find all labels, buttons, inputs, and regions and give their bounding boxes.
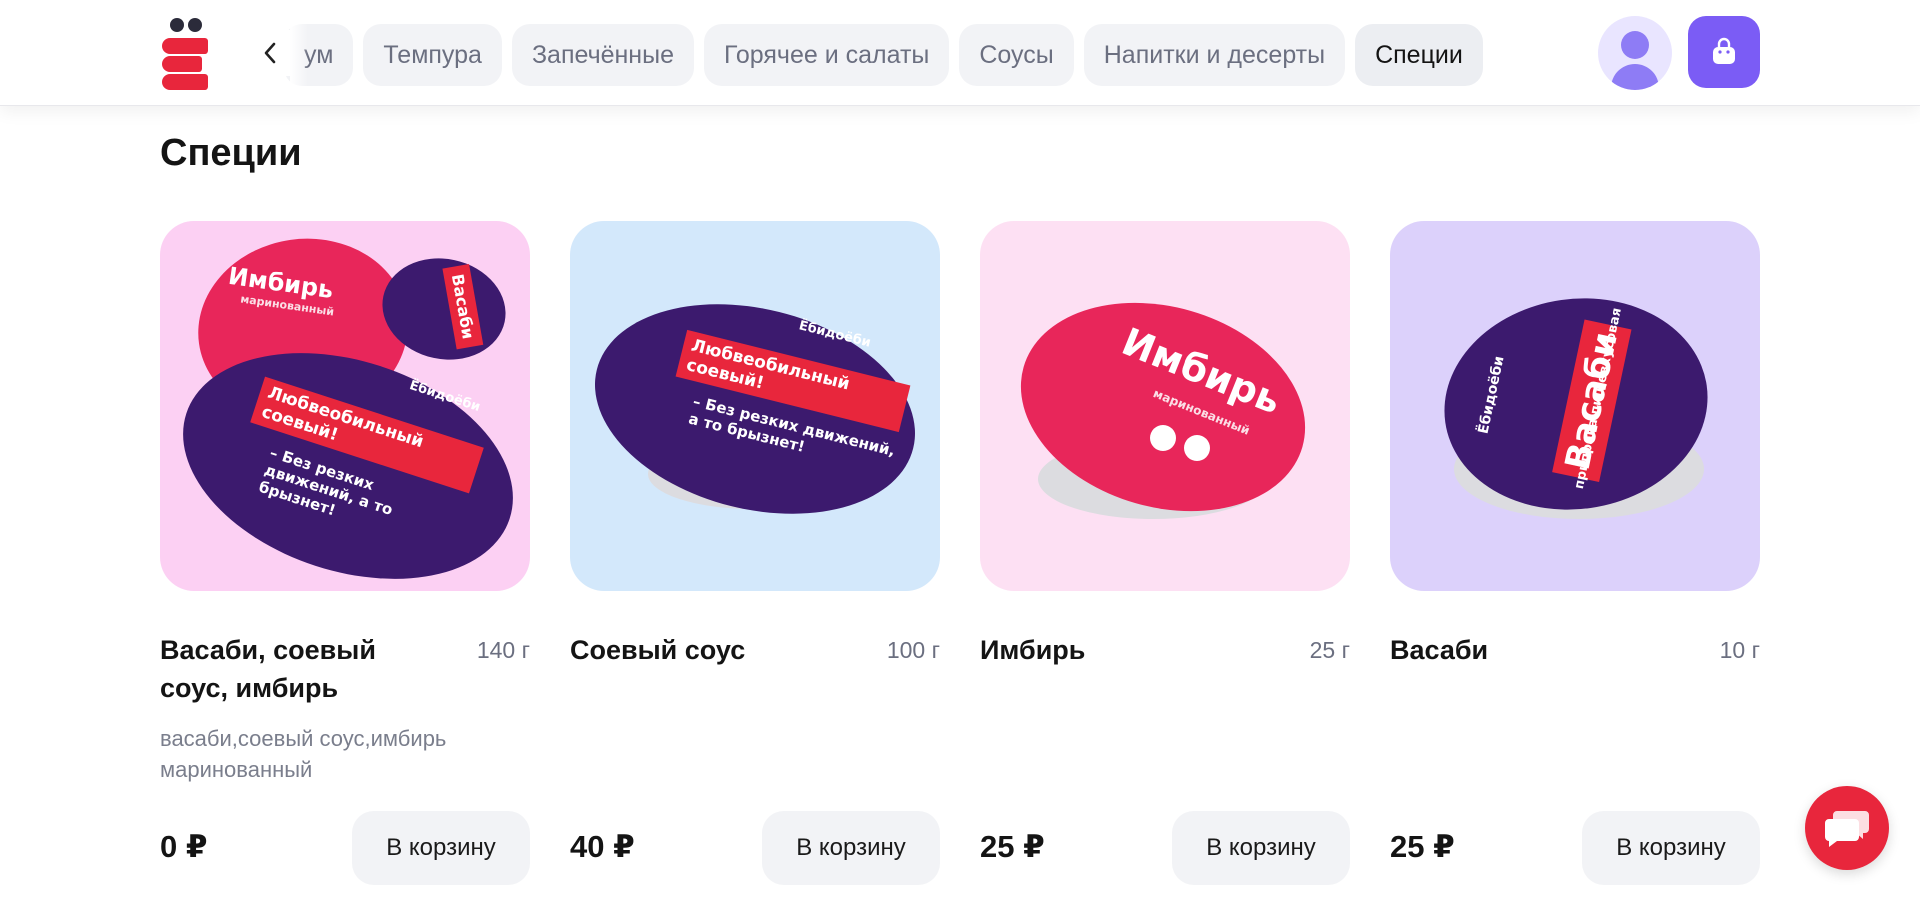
product-price: 25 ₽	[980, 829, 1045, 864]
user-icon[interactable]	[1598, 16, 1672, 90]
tab-tempura[interactable]: Темпура	[363, 24, 502, 86]
product-weight: 25 г	[1309, 637, 1350, 663]
product-price: 25 ₽	[1390, 829, 1455, 864]
tab-drinks-desserts[interactable]: Напитки и десерты	[1083, 24, 1346, 86]
product-price: 0 ₽	[160, 829, 208, 864]
product-price: 40 ₽	[570, 829, 635, 864]
product-weight: 140 г	[476, 637, 530, 663]
shopping-bag-icon[interactable]	[1688, 16, 1760, 88]
product-name[interactable]: Соевый соус	[570, 631, 860, 669]
product-weight: 10 г	[1719, 637, 1760, 663]
product-card: Имбирь маринованный Имбирь 25 г 25 ₽ В к…	[980, 221, 1350, 885]
add-to-cart-button[interactable]: В корзину	[1582, 811, 1760, 885]
category-nav: ум Темпура Запечённые Горячее и салаты С…	[250, 24, 1518, 86]
add-to-cart-button[interactable]: В корзину	[352, 811, 530, 885]
tab-spices[interactable]: Специи	[1355, 24, 1483, 86]
chevron-left-icon[interactable]	[250, 30, 290, 76]
tab-hot-salads[interactable]: Горячее и салаты	[703, 24, 950, 86]
add-to-cart-button[interactable]: В корзину	[762, 811, 940, 885]
product-image[interactable]: Имбирь маринованный	[980, 221, 1350, 591]
product-image[interactable]: Любвеобильный соевый! – Без резких движе…	[570, 221, 940, 591]
add-to-cart-button[interactable]: В корзину	[1172, 811, 1350, 885]
chat-icon[interactable]	[1805, 786, 1889, 870]
product-name[interactable]: Имбирь	[980, 631, 1270, 669]
product-weight: 100 г	[886, 637, 940, 663]
product-image[interactable]: Имбирь маринованный Васаби Любвеобильный…	[160, 221, 530, 591]
product-card: Имбирь маринованный Васаби Любвеобильный…	[160, 221, 530, 885]
site-header: ум Темпура Запечённые Горячее и салаты С…	[0, 0, 1920, 106]
product-name[interactable]: Васаби, соевый соус, имбирь	[160, 631, 450, 707]
brand-logo[interactable]	[160, 18, 212, 90]
product-description: васаби,соевый соус,имбирь маринованный	[160, 726, 447, 782]
tab-sauces[interactable]: Соусы	[959, 24, 1074, 86]
product-card: Любвеобильный соевый! – Без резких движе…	[570, 221, 940, 885]
product-card: Васаби приправа пищевкусовая Ёбидоёби Ва…	[1390, 221, 1760, 885]
product-image[interactable]: Васаби приправа пищевкусовая Ёбидоёби	[1390, 221, 1760, 591]
tab-baked[interactable]: Запечённые	[511, 24, 694, 86]
product-name[interactable]: Васаби	[1390, 631, 1680, 669]
section-title: Специи	[160, 132, 302, 174]
